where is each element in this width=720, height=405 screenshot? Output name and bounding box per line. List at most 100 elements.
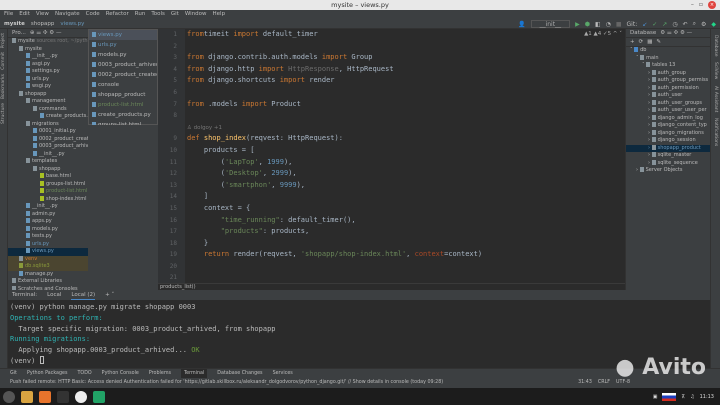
recent-file-item[interactable]: shopapp_product (89, 90, 157, 100)
tree-item[interactable]: migrations (8, 120, 88, 129)
menu-tools[interactable]: Tools (151, 10, 165, 19)
network-icon[interactable]: ⊼ (681, 394, 685, 400)
software-center-icon[interactable] (39, 390, 51, 403)
db-tree-item[interactable]: › django_migrations (626, 129, 710, 138)
cursor-position[interactable]: 31:43 (578, 378, 592, 388)
inspection-widget[interactable]: ▲1 ▲4 ✓5 ^ ˅ (584, 31, 622, 37)
settings-icon[interactable]: ⊕ ⚌ ✣ ⚙ — (30, 29, 62, 37)
line-separator[interactable]: CRLF (598, 378, 610, 388)
recent-file-item[interactable]: console (89, 80, 157, 90)
tree-item[interactable]: manage.py (8, 270, 88, 279)
table-icon[interactable]: ▦ (647, 38, 652, 46)
tree-item[interactable]: urls.py (8, 240, 88, 249)
tree-item[interactable]: commands (8, 105, 88, 114)
tree-item[interactable]: admin.py (8, 210, 88, 219)
recent-file-item[interactable]: urls.py (89, 40, 157, 50)
tree-item[interactable]: settings.py (8, 68, 88, 76)
recent-file-item[interactable]: 0003_product_arhived (89, 60, 157, 70)
recent-file-item[interactable]: create_products.py (89, 110, 157, 120)
new-terminal-icon[interactable]: + ˅ (105, 290, 114, 300)
tool-strip-commit[interactable]: Commit (1, 52, 6, 70)
tool-window-database-changes[interactable]: Database Changes (217, 369, 262, 378)
tool-window-problems[interactable]: Problems (149, 369, 171, 378)
db-tree-item[interactable]: › auth_group_permiss (626, 77, 710, 85)
tree-item[interactable]: wsgi.py (8, 83, 88, 91)
tool-window-git[interactable]: Git (10, 369, 17, 378)
git-update-icon[interactable]: ↙ (642, 21, 647, 28)
tool-strip-project[interactable]: Project (1, 33, 6, 48)
debug-icon[interactable]: ⬢ (585, 21, 590, 28)
tree-item[interactable]: __init__.py (8, 53, 88, 61)
db-toolbar-icons[interactable]: ⚙ ⚌ ✣ ⚙ — (660, 29, 692, 37)
git-commit-icon[interactable]: ✓ (652, 21, 657, 28)
start-menu-icon[interactable] (3, 390, 15, 403)
menu-refactor[interactable]: Refactor (106, 10, 129, 19)
terminal-app-icon[interactable] (57, 390, 69, 403)
menu-code[interactable]: Code (86, 10, 100, 19)
tree-item[interactable]: mysite (8, 45, 88, 54)
db-tree-item[interactable]: › auth_user (626, 92, 710, 100)
profile-icon[interactable]: ◔ (606, 21, 611, 28)
tree-item[interactable]: 0003_product_arhived (8, 143, 88, 151)
tree-item[interactable]: create_products.py (8, 113, 88, 121)
add-icon[interactable]: + (630, 38, 635, 46)
git-push-icon[interactable]: ↗ (662, 21, 667, 28)
breadcrumb-project[interactable]: mysite (4, 19, 25, 28)
db-tree-item[interactable]: › sqlite_sequence (626, 159, 710, 168)
clock[interactable]: 11:13 (700, 394, 714, 400)
tree-item[interactable]: management (8, 98, 88, 106)
sound-icon[interactable]: ♫ (690, 394, 694, 400)
tool-window-todo[interactable]: TODO (77, 369, 91, 378)
tree-item[interactable]: __init__.py (8, 203, 88, 211)
history-icon[interactable]: ◷ (672, 21, 677, 28)
menu-run[interactable]: Run (135, 10, 146, 19)
db-tree-item[interactable]: › auth_permission (626, 84, 710, 93)
tree-item[interactable]: urls.py (8, 75, 88, 84)
tree-item[interactable]: tests.py (8, 233, 88, 241)
tree-item[interactable]: apps.py (8, 218, 88, 226)
db-tree-item[interactable]: › shopapp_product (626, 144, 710, 152)
rollback-icon[interactable]: ↶ (683, 21, 688, 28)
db-tree-item[interactable]: › auth_group (626, 69, 710, 78)
tree-item[interactable]: mysite sources root, ~/python_django (8, 38, 88, 46)
edit-icon[interactable]: ✎ (656, 38, 661, 46)
tool-strip-notifications[interactable]: Notifications (713, 118, 718, 146)
display-icon[interactable]: ▣ (653, 394, 658, 400)
menu-navigate[interactable]: Navigate (55, 10, 80, 19)
tree-item[interactable]: shopapp (8, 165, 88, 174)
db-tree-item[interactable]: › Server Objects (626, 167, 710, 175)
tree-item[interactable]: templates (8, 158, 88, 166)
db-tree-item[interactable]: ˅ main (626, 54, 710, 63)
status-message[interactable]: Push failed remote: HTTP Basic: Access d… (10, 380, 443, 385)
project-panel-title[interactable]: Pro... (12, 29, 26, 37)
menu-git[interactable]: Git (171, 10, 179, 19)
tool-window-terminal[interactable]: Terminal (181, 369, 208, 378)
tool-strip-sciview[interactable]: SciView (713, 62, 718, 79)
db-tree-item[interactable]: ˅ tables 13 (626, 62, 710, 70)
editor-breadcrumb[interactable]: products_list() (158, 283, 625, 290)
tree-item[interactable]: asgi.py (8, 60, 88, 69)
breadcrumb-folder[interactable]: shopapp (31, 19, 55, 28)
tree-item[interactable]: product-list.html (8, 188, 88, 196)
breadcrumb-file[interactable]: views.py (60, 19, 84, 28)
db-tree-item[interactable]: › auth_user_user_per (626, 107, 710, 115)
pycharm-app-icon[interactable] (93, 390, 105, 403)
coverage-icon[interactable]: ◧ (595, 21, 601, 28)
tree-item[interactable]: shop-index.html (8, 195, 88, 204)
terminal-output[interactable]: (venv) python manage.py migrate shopapp … (8, 300, 710, 368)
db-tree-item[interactable]: ˅ db (626, 47, 710, 55)
db-tree-item[interactable]: › django_content_typ (626, 122, 710, 130)
maximize-button[interactable]: ▫ (699, 1, 703, 9)
db-tree-item[interactable]: › django_admin_log (626, 114, 710, 123)
recent-file-item[interactable]: views.py (89, 30, 157, 40)
tool-strip-bookmarks[interactable]: Bookmarks (1, 74, 6, 99)
tree-item[interactable]: models.py (8, 225, 88, 234)
language-flag-icon[interactable] (662, 392, 677, 401)
tool-strip-database[interactable]: Database (713, 35, 718, 56)
tree-item[interactable]: venv (8, 255, 88, 263)
recent-file-item[interactable]: product-list.html (89, 100, 157, 110)
minimize-button[interactable]: – (691, 1, 694, 9)
terminal-tab-local[interactable]: Local (47, 290, 61, 300)
code-editor[interactable]: fromtimeit import default_timer from djan… (185, 29, 625, 283)
tree-item[interactable]: 0001_initial.py (8, 128, 88, 136)
